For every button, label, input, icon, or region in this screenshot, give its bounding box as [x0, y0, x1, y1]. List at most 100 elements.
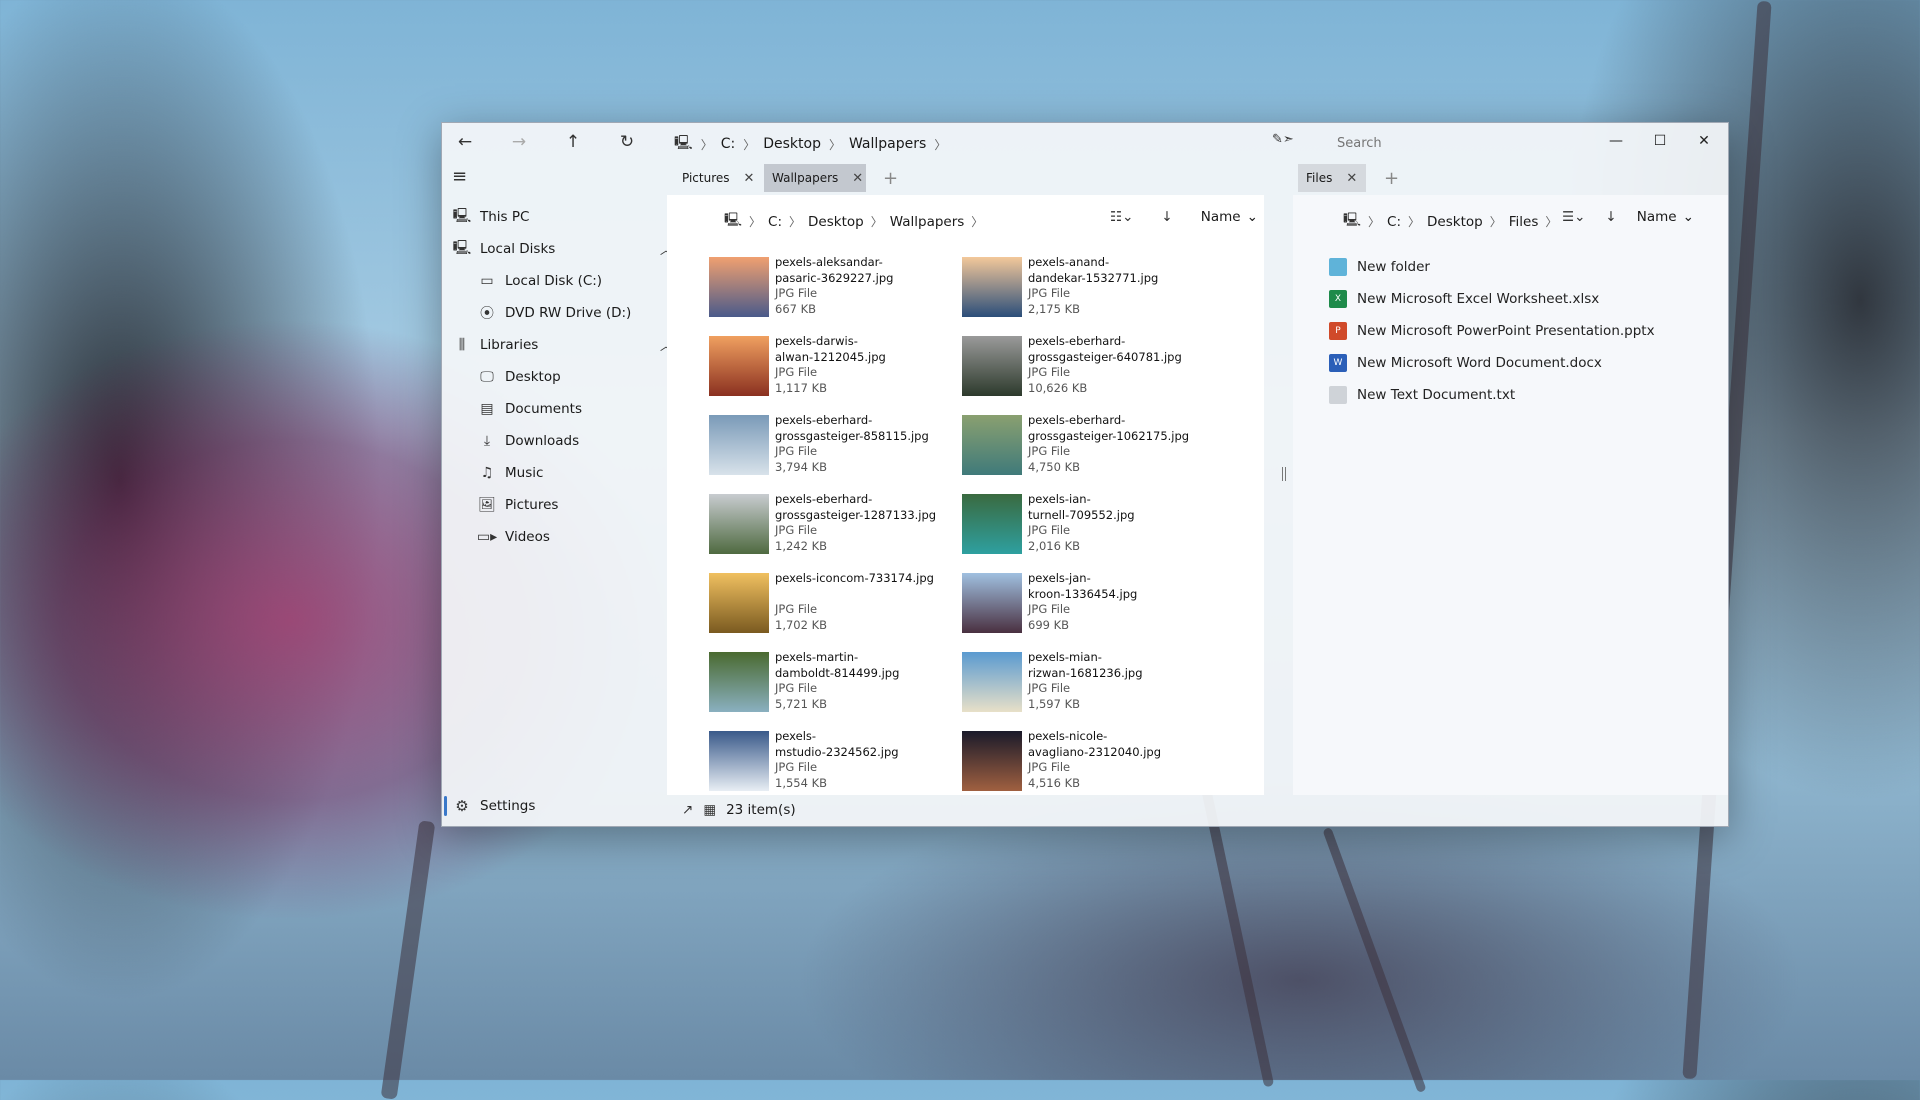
sort-dropdown[interactable]: Name ⌄: [1201, 209, 1258, 225]
tab-pictures[interactable]: Pictures ✕: [674, 164, 762, 192]
forward-button[interactable]: →: [502, 129, 536, 155]
close-button[interactable]: ✕: [1682, 127, 1726, 155]
file-list-item[interactable]: New Text Document.txt: [1329, 379, 1655, 411]
search-input[interactable]: [1335, 131, 1509, 155]
file-type: JPG File: [1028, 444, 1071, 458]
back-button[interactable]: ←: [448, 129, 482, 155]
disc-icon: ⦿: [480, 306, 494, 322]
view-mode-icon[interactable]: ☷⌄: [1110, 209, 1133, 225]
file-name-cont: rizwan-1681236.jpg: [1028, 665, 1143, 680]
breadcrumb-item[interactable]: C:: [1387, 214, 1401, 230]
menu-icon[interactable]: ≡: [452, 166, 467, 187]
chevron-right-icon: 〉: [1545, 215, 1558, 229]
minimize-button[interactable]: —: [1594, 127, 1638, 155]
breadcrumb-item[interactable]: C:: [721, 136, 736, 152]
file-list-label: New Microsoft Excel Worksheet.xlsx: [1357, 291, 1600, 307]
tab-wallpapers[interactable]: Wallpapers ✕: [764, 164, 866, 192]
file-item[interactable]: pexels-aleksandar-pasaric-3629227.jpg JPG…: [709, 255, 959, 319]
image-thumbnail: [709, 415, 769, 475]
file-item[interactable]: pexels-iconcom-733174.jpg JPG File 1,702 K…: [709, 571, 959, 635]
selection-icon[interactable]: ▦: [703, 802, 716, 818]
sidebar: 🖳 This PC 🖳 Local Disks ︿ ▭ Local Disk (…: [442, 197, 672, 826]
file-type: JPG File: [1028, 681, 1071, 695]
documents-icon: ▤: [480, 401, 494, 417]
image-thumbnail: [962, 415, 1022, 475]
file-item[interactable]: pexels-ian-turnell-709552.jpg JPG File 2,0…: [962, 492, 1212, 556]
sort-direction-icon[interactable]: ↓: [1605, 209, 1616, 225]
sort-direction-icon[interactable]: ↓: [1161, 209, 1172, 225]
sort-dropdown[interactable]: Name ⌄: [1637, 209, 1694, 225]
file-item[interactable]: pexels-mstudio-2324562.jpg JPG File 1,554 …: [709, 729, 959, 793]
word-icon: W: [1329, 354, 1347, 372]
breadcrumb-item[interactable]: Desktop: [1427, 214, 1483, 230]
file-item[interactable]: pexels-darwis-alwan-1212045.jpg JPG File 1…: [709, 334, 959, 398]
breadcrumb-item[interactable]: Desktop: [808, 214, 864, 230]
up-button[interactable]: ↑: [556, 129, 590, 155]
pane-splitter[interactable]: [1282, 467, 1286, 481]
new-tab-button[interactable]: +: [883, 168, 898, 189]
trend-icon[interactable]: ↗: [682, 802, 693, 818]
sidebar-item-downloads[interactable]: ⤓ Downloads: [477, 427, 672, 455]
file-meta: pexels-nicole-avagliano-2312040.jpg JPG F…: [1028, 729, 1218, 791]
close-tab-icon[interactable]: ✕: [852, 171, 863, 186]
file-name-cont: mstudio-2324562.jpg: [775, 744, 899, 759]
file-list-item[interactable]: New folder: [1329, 251, 1655, 283]
file-item[interactable]: pexels-eberhard-grossgasteiger-1062175.j…: [962, 413, 1212, 477]
breadcrumb-item[interactable]: Desktop: [763, 136, 821, 152]
file-type: JPG File: [1028, 760, 1071, 774]
address-breadcrumb[interactable]: 🖳 〉 C: 〉 Desktop 〉 Wallpapers 〉: [674, 132, 946, 156]
pane-breadcrumb[interactable]: 🖳 〉 C: 〉 Desktop 〉 Files 〉: [1343, 210, 1557, 233]
file-item[interactable]: pexels-mian-rizwan-1681236.jpg JPG File 1,…: [962, 650, 1212, 714]
new-tab-button[interactable]: +: [1384, 168, 1399, 189]
file-name-cont: grossgasteiger-1287133.jpg: [775, 507, 937, 522]
file-name: pexels-nicole-: [1028, 729, 1108, 743]
sidebar-item-local-disk-c[interactable]: ▭ Local Disk (C:): [477, 267, 672, 295]
chevron-down-icon: ⌄: [1246, 209, 1258, 225]
file-item[interactable]: pexels-anand-dandekar-1532771.jpg JPG Fil…: [962, 255, 1212, 319]
view-controls: ☷⌄ ↓ Name ⌄: [1110, 209, 1258, 225]
file-item[interactable]: pexels-nicole-avagliano-2312040.jpg JPG F…: [962, 729, 1212, 793]
file-type: JPG File: [775, 523, 818, 537]
refresh-button[interactable]: ↻: [610, 129, 644, 155]
sidebar-item-local-disks[interactable]: 🖳 Local Disks ︿: [452, 235, 672, 263]
breadcrumb-item[interactable]: Files: [1509, 214, 1539, 230]
breadcrumb-item[interactable]: Wallpapers: [890, 214, 965, 230]
breadcrumb-item[interactable]: C:: [768, 214, 782, 230]
sidebar-item-settings[interactable]: ⚙ Settings: [444, 792, 672, 820]
computer-icon: 🖳: [674, 135, 693, 151]
breadcrumb-item[interactable]: Wallpapers: [849, 136, 926, 152]
sidebar-item-label: Local Disk (C:): [505, 273, 603, 289]
file-size: 3,794 KB: [775, 459, 828, 474]
pane-breadcrumb[interactable]: 🖳 〉 C: 〉 Desktop 〉 Wallpapers 〉: [724, 210, 983, 233]
sidebar-item-music[interactable]: ♫ Music: [477, 459, 672, 487]
sidebar-item-documents[interactable]: ▤ Documents: [477, 395, 672, 423]
tab-files[interactable]: Files ✕: [1298, 164, 1366, 192]
file-list-label: New Microsoft Word Document.docx: [1357, 355, 1602, 371]
sidebar-item-dvd-drive[interactable]: ⦿ DVD RW Drive (D:): [477, 299, 672, 327]
image-thumbnail: [709, 257, 769, 317]
close-tab-icon[interactable]: ✕: [1346, 171, 1357, 186]
sidebar-item-videos[interactable]: ▭▸ Videos: [477, 523, 672, 551]
file-name-cont: turnell-709552.jpg: [1028, 507, 1135, 522]
view-mode-icon[interactable]: ☰⌄: [1562, 209, 1585, 225]
maximize-button[interactable]: ☐: [1638, 127, 1682, 155]
edit-path-icon[interactable]: ✎➣: [1272, 132, 1294, 147]
file-item[interactable]: pexels-jan-kroon-1336454.jpg JPG File 699 …: [962, 571, 1212, 635]
file-item[interactable]: pexels-eberhard-grossgasteiger-858115.jp…: [709, 413, 959, 477]
file-name: pexels-iconcom-733174.jpg: [775, 571, 934, 585]
sidebar-item-pictures[interactable]: 🖼 Pictures: [477, 491, 672, 519]
file-item[interactable]: pexels-eberhard-grossgasteiger-640781.jp…: [962, 334, 1212, 398]
file-list-item[interactable]: X New Microsoft Excel Worksheet.xlsx: [1329, 283, 1655, 315]
file-type: JPG File: [1028, 286, 1071, 300]
file-name-cont: grossgasteiger-640781.jpg: [1028, 349, 1182, 364]
sidebar-item-desktop[interactable]: 🖵 Desktop: [477, 363, 672, 391]
file-list-item[interactable]: P New Microsoft PowerPoint Presentation.p…: [1329, 315, 1655, 347]
sidebar-item-label: Downloads: [505, 433, 580, 449]
close-tab-icon[interactable]: ✕: [744, 171, 755, 186]
chevron-right-icon: 〉: [934, 137, 947, 152]
sidebar-item-libraries[interactable]: ⫼ Libraries ︿: [452, 331, 672, 359]
file-item[interactable]: pexels-eberhard-grossgasteiger-1287133.j…: [709, 492, 959, 556]
file-list-item[interactable]: W New Microsoft Word Document.docx: [1329, 347, 1655, 379]
file-item[interactable]: pexels-martin-damboldt-814499.jpg JPG Fil…: [709, 650, 959, 714]
sidebar-item-this-pc[interactable]: 🖳 This PC: [452, 203, 672, 231]
